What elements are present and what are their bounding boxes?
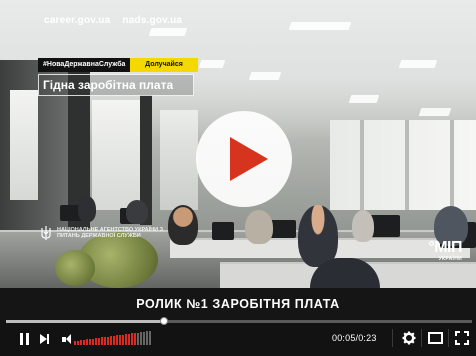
agency-name: Національне агентство України з питань д…: [57, 226, 164, 240]
volume-bar: [143, 331, 145, 345]
agency-logo: Національне агентство України з питань д…: [40, 225, 169, 241]
settings-gear-icon: [402, 331, 416, 345]
progress-handle[interactable]: [160, 317, 169, 325]
volume-bar: [92, 338, 94, 345]
play-icon: [230, 137, 268, 181]
tag-row: #НоваДержавнаСлужба Долучайся: [38, 58, 198, 72]
video-frame[interactable]: career.gov.ua nads.gov.ua #НоваДержавнаС…: [0, 0, 476, 320]
volume-bar: [83, 339, 85, 345]
volume-bar: [101, 337, 103, 345]
volume-bar: [95, 338, 97, 345]
play-button[interactable]: [196, 111, 292, 207]
video-player: career.gov.ua nads.gov.ua #НоваДержавнаС…: [0, 0, 476, 356]
volume-bar: [89, 339, 91, 345]
volume-bar: [134, 333, 136, 345]
volume-bar: [149, 331, 151, 345]
volume-bar: [122, 334, 124, 345]
video-headline: Гідна заробітна плата: [38, 74, 194, 96]
video-subtitle: РОЛИК №1 ЗАРОБІТНЯ ПЛАТА: [136, 297, 340, 311]
volume-button[interactable]: [60, 333, 72, 345]
next-icon: [39, 334, 47, 344]
channel-logo-mark: °МІП: [428, 239, 462, 256]
subtitle-bar: РОЛИК №1 ЗАРОБІТНЯ ПЛАТА: [0, 288, 476, 320]
right-windows: [330, 120, 476, 210]
volume-bar: [107, 336, 109, 345]
join-badge: Долучайся: [130, 58, 198, 72]
pause-icon: [19, 333, 23, 345]
volume-bar: [77, 340, 79, 345]
site-link-nads[interactable]: nads.gov.ua: [122, 15, 182, 26]
progress-fill: [6, 320, 165, 323]
volume-bar: [116, 335, 118, 345]
volume-bar: [146, 331, 148, 345]
volume-bar: [128, 333, 130, 345]
volume-bar: [80, 340, 82, 345]
volume-bar: [104, 337, 106, 345]
volume-bar: [131, 333, 133, 345]
channel-logo: °МІП УКРАЇНИ: [428, 239, 462, 263]
volume-bar: [137, 332, 139, 345]
volume-slider[interactable]: [74, 331, 151, 345]
site-link-career[interactable]: career.gov.ua: [44, 15, 110, 26]
settings-button[interactable]: [402, 331, 416, 345]
trident-icon: [41, 226, 51, 240]
control-bar: 00:05/0:23: [0, 317, 476, 356]
theater-mode-icon[interactable]: [428, 332, 443, 344]
progress-bar[interactable]: [6, 317, 472, 325]
fullscreen-button[interactable]: [455, 331, 469, 345]
channel-logo-caption: УКРАЇНИ: [438, 256, 462, 262]
volume-bar: [125, 334, 127, 345]
volume-bar: [140, 332, 142, 345]
volume-bar: [110, 336, 112, 345]
pause-button[interactable]: [18, 332, 30, 346]
volume-bar: [119, 335, 121, 345]
next-button[interactable]: [38, 333, 50, 345]
site-links: career.gov.ua nads.gov.ua: [44, 15, 182, 26]
volume-bar: [86, 339, 88, 345]
fullscreen-icon: [455, 331, 469, 345]
time-display: 00:05/0:23: [332, 333, 377, 343]
hashtag-label: #НоваДержавнаСлужба: [38, 58, 130, 72]
volume-bar: [113, 335, 115, 345]
volume-bar: [74, 341, 76, 345]
volume-bar: [98, 337, 100, 345]
